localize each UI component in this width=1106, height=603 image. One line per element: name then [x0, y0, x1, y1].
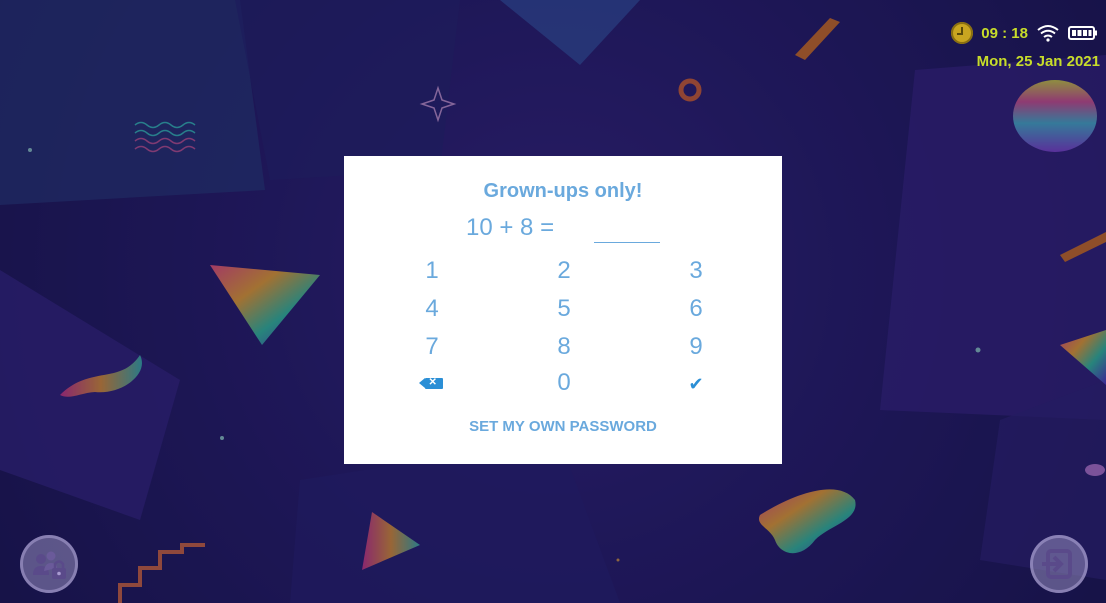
keypad-key-8[interactable]: 8	[534, 330, 594, 364]
dialog-title: Grown-ups only!	[483, 180, 643, 202]
keypad-key-1[interactable]: 1	[402, 254, 462, 288]
status-date: Mon, 25 Jan 2021	[976, 53, 1100, 70]
parent-settings-button[interactable]	[20, 535, 78, 593]
math-equation: 10 + 8 =	[466, 214, 555, 241]
battery-icon	[1068, 26, 1097, 40]
keypad-key-3[interactable]: 3	[666, 254, 726, 288]
wifi-icon	[1037, 25, 1059, 42]
clock-icon	[951, 22, 974, 44]
launcher-background: 09 : 18 Mon, 25 Jan 2021 Grown-ups only!…	[0, 0, 1106, 603]
keypad-key-4[interactable]: 4	[402, 292, 462, 326]
backspace-icon: ✕	[418, 377, 443, 390]
backspace-button[interactable]: ✕	[402, 366, 462, 400]
keypad-key-9[interactable]: 9	[666, 330, 726, 364]
keypad-key-6[interactable]: 6	[666, 292, 726, 326]
keypad-key-2[interactable]: 2	[534, 254, 594, 288]
status-bar: 09 : 18	[951, 22, 1098, 44]
status-time: 09 : 18	[981, 24, 1028, 42]
keypad-key-7[interactable]: 7	[402, 330, 462, 364]
confirm-button[interactable]: ✔	[666, 366, 726, 400]
exit-button[interactable]	[1030, 535, 1088, 593]
keypad-key-0[interactable]: 0	[534, 366, 594, 400]
parental-gate-dialog: Grown-ups only! 10 + 8 = 1 2 3 4 5 6 7 8…	[344, 156, 782, 464]
set-own-password-button[interactable]: SET MY OWN PASSWORD	[344, 418, 782, 435]
parent-lock-icon	[33, 551, 66, 579]
exit-icon	[1042, 549, 1072, 579]
answer-field[interactable]	[594, 242, 660, 243]
keypad-key-5[interactable]: 5	[534, 292, 594, 326]
check-icon: ✔	[688, 374, 704, 394]
